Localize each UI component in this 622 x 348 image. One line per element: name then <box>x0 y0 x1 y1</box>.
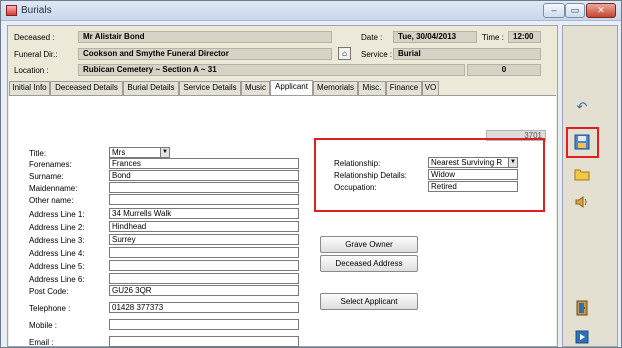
mobile-label: Mobile : <box>29 321 58 330</box>
relationship-value: Nearest Surviving R <box>431 158 503 167</box>
address-line-4-label: Address Line 4: <box>29 249 85 258</box>
chevron-down-icon[interactable]: ▼ <box>160 148 169 157</box>
postcode-field[interactable]: GU26 3QR <box>109 285 299 296</box>
applicant-panel: 3701 Title: Mrs ▼ Forenames: Frances Sur… <box>9 95 556 347</box>
email-field[interactable] <box>109 336 299 347</box>
surname-label: Surname: <box>29 172 64 181</box>
window-title: Burials <box>21 5 52 16</box>
address-line-1-field[interactable]: 34 Murrells Walk <box>109 208 299 219</box>
burials-window: Burials – ▭ ✕ Deceased : Mr Alistair Bon… <box>0 0 622 348</box>
relationship-select[interactable]: Nearest Surviving R ▼ <box>428 157 518 168</box>
tab-applicant[interactable]: Applicant <box>270 80 313 95</box>
tab-finance[interactable]: Finance <box>386 81 422 95</box>
address-line-3-field[interactable]: Surrey <box>109 234 299 245</box>
right-toolbar: ↶ <box>562 25 618 347</box>
next-icon[interactable] <box>571 326 593 348</box>
tab-music[interactable]: Music <box>241 81 270 95</box>
telephone-field[interactable]: 01428 377373 <box>109 302 299 313</box>
address-line-3-label: Address Line 3: <box>29 236 85 245</box>
surname-field[interactable]: Bond <box>109 170 299 181</box>
funeral-dir-label: Funeral Dir.: <box>14 50 58 59</box>
address-line-5-field[interactable] <box>109 260 299 271</box>
location-number: 0 <box>467 64 541 76</box>
grave-owner-button[interactable]: Grave Owner <box>320 236 418 253</box>
forenames-label: Forenames: <box>29 160 72 169</box>
time-label: Time : <box>482 33 504 42</box>
tab-memorials[interactable]: Memorials <box>313 81 358 95</box>
relationship-details-field[interactable]: Widow <box>428 169 518 180</box>
title-value: Mrs <box>112 148 126 157</box>
restore-button[interactable]: ▭ <box>565 3 585 18</box>
tab-misc[interactable]: Misc. <box>358 81 386 95</box>
mobile-field[interactable] <box>109 319 299 330</box>
tab-service-details[interactable]: Service Details <box>179 81 241 95</box>
tab-burial-details[interactable]: Burial Details <box>123 81 179 95</box>
tab-deceased-details[interactable]: Deceased Details <box>50 81 123 95</box>
date-value: Tue, 30/04/2013 <box>393 31 477 43</box>
main-form: Deceased : Mr Alistair Bond Date : Tue, … <box>7 25 558 347</box>
relationship-details-label: Relationship Details: <box>334 171 407 180</box>
othername-label: Other name: <box>29 196 74 205</box>
address-line-6-label: Address Line 6: <box>29 275 85 284</box>
close-button[interactable]: ✕ <box>586 3 616 18</box>
folder-icon[interactable] <box>571 163 593 185</box>
othername-field[interactable] <box>109 194 299 205</box>
deceased-value: Mr Alistair Bond <box>78 31 332 43</box>
address-line-6-field[interactable] <box>109 273 299 284</box>
location-value: Rubican Cemetery ~ Section A ~ 31 <box>78 64 465 76</box>
occupation-field[interactable]: Retired <box>428 181 518 192</box>
minimize-button[interactable]: – <box>543 3 565 18</box>
relationship-label: Relationship: <box>334 159 381 168</box>
exit-door-icon[interactable] <box>571 297 593 319</box>
funeral-dir-value: Cookson and Smythe Funeral Director <box>78 48 332 60</box>
postcode-label: Post Code: <box>29 287 69 296</box>
deceased-address-button[interactable]: Deceased Address <box>320 255 418 272</box>
funeral-dir-lookup-icon[interactable]: ⌂ <box>338 47 351 60</box>
email-label: Email : <box>29 338 54 347</box>
service-value: Burial <box>393 48 541 60</box>
occupation-label: Occupation: <box>334 183 377 192</box>
undo-icon[interactable]: ↶ <box>571 96 593 118</box>
address-line-2-label: Address Line 2: <box>29 223 85 232</box>
select-applicant-button[interactable]: Select Applicant <box>320 293 418 310</box>
title-select[interactable]: Mrs ▼ <box>109 147 170 158</box>
app-icon <box>6 5 17 16</box>
save-icon[interactable] <box>571 131 593 153</box>
forenames-field[interactable]: Frances <box>109 158 299 169</box>
speaker-icon[interactable] <box>571 191 593 213</box>
tab-vo[interactable]: VO <box>422 81 439 95</box>
title-label: Title: <box>29 149 47 158</box>
address-line-4-field[interactable] <box>109 247 299 258</box>
date-label: Date : <box>361 33 383 42</box>
telephone-label: Telephone : <box>29 304 71 313</box>
service-label: Service : <box>361 50 393 59</box>
tab-initial-info[interactable]: Initial Info <box>9 81 50 95</box>
maidenname-label: Maidenname: <box>29 184 78 193</box>
maidenname-field[interactable] <box>109 182 299 193</box>
location-label: Location : <box>14 66 49 75</box>
address-line-5-label: Address Line 5: <box>29 262 85 271</box>
title-bar[interactable]: Burials – ▭ ✕ <box>1 1 621 21</box>
deceased-label: Deceased : <box>14 33 55 42</box>
time-value: 12:00 <box>508 31 541 43</box>
chevron-down-icon[interactable]: ▼ <box>508 158 517 167</box>
address-line-1-label: Address Line 1: <box>29 210 85 219</box>
address-line-2-field[interactable]: Hindhead <box>109 221 299 232</box>
